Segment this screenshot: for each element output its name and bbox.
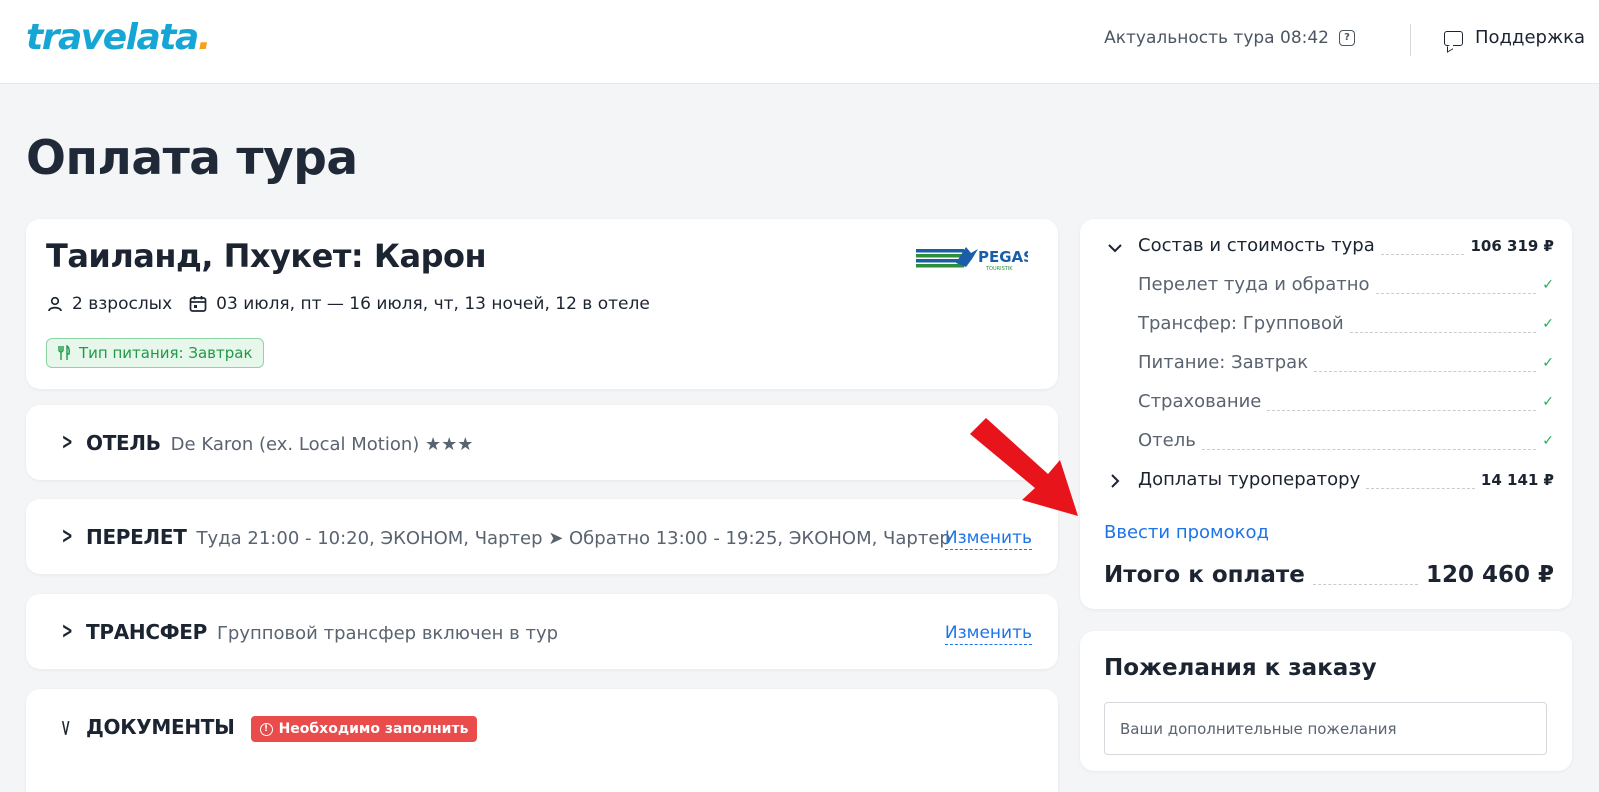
total-row: Итого к оплате 120 460 ₽ xyxy=(1104,560,1554,590)
question-icon[interactable]: ? xyxy=(1339,30,1355,46)
check-icon: ✓ xyxy=(1542,433,1554,449)
pegas-logo-subtext: TOURISTIK xyxy=(985,266,1013,272)
tour-info: 2 взрослых 03 июля, пт — 16 июля, чт, 13… xyxy=(46,293,650,315)
flight-description: Туда 21:00 - 10:20, ЭКОНОМ, Чартер ➤ Обр… xyxy=(196,528,951,549)
flight-section[interactable]: > ПЕРЕЛЕТ Туда 21:00 - 10:20, ЭКОНОМ, Чар… xyxy=(26,499,1058,574)
summary-item: Отель ✓ xyxy=(1138,430,1554,451)
operator-extra-row[interactable]: Доплаты туроператору 14 141 ₽ xyxy=(1138,466,1554,492)
chevron-right-icon: > xyxy=(61,619,73,644)
check-icon: ✓ xyxy=(1542,316,1554,332)
dotted-leader xyxy=(1380,254,1465,255)
operator-extra-label: Доплаты туроператору xyxy=(1138,469,1361,490)
documents-section[interactable]: > ДОКУМЕНТЫ! Необходимо заполнить xyxy=(26,689,1058,792)
warning-icon: ! xyxy=(259,722,273,736)
transfer-section[interactable]: > ТРАНСФЕР Групповой трансфер включен в т… xyxy=(26,594,1058,669)
operator-extra-value: 14 141 ₽ xyxy=(1480,471,1554,489)
support-label: Поддержка xyxy=(1475,27,1586,48)
chat-icon xyxy=(1444,30,1463,46)
composition-row[interactable]: Состав и стоимость тура 106 319 ₽ xyxy=(1138,232,1554,258)
total-label: Итого к оплате xyxy=(1104,562,1305,588)
hotel-description: De Karon (ex. Local Motion) ★★★ xyxy=(170,434,474,455)
flight-section-title: ПЕРЕЛЕТ Туда 21:00 - 10:20, ЭКОНОМ, Чарте… xyxy=(86,525,951,549)
chevron-right-icon[interactable] xyxy=(1106,472,1124,490)
calendar-icon xyxy=(189,296,207,312)
person-icon xyxy=(48,296,62,312)
summary-item: Трансфер: Групповой ✓ xyxy=(1138,313,1554,334)
price-summary-card: Состав и стоимость тура 106 319 ₽ Переле… xyxy=(1080,219,1572,609)
pegas-logo-text: PEGAS xyxy=(978,248,1028,266)
transfer-description: Групповой трансфер включен в тур xyxy=(216,623,559,644)
tour-actuality: Актуальность тура 08:42 ? xyxy=(1104,26,1355,50)
dotted-leader xyxy=(1312,584,1418,585)
transfer-change-link[interactable]: Изменить xyxy=(944,622,1032,645)
composition-value: 106 319 ₽ xyxy=(1470,237,1554,255)
top-header: travelata. Актуальность тура 08:42 ? Под… xyxy=(0,0,1599,84)
order-wishes-card: Пожелания к заказу xyxy=(1080,631,1572,771)
total-value: 120 460 ₽ xyxy=(1425,562,1554,588)
summary-item: Страхование ✓ xyxy=(1138,391,1554,412)
tour-title: Таиланд, Пхукет: Карон xyxy=(46,237,487,275)
chevron-right-icon: > xyxy=(61,524,73,549)
support-button[interactable]: Поддержка xyxy=(1444,26,1585,50)
check-icon: ✓ xyxy=(1542,277,1554,293)
check-icon: ✓ xyxy=(1542,394,1554,410)
guests-count: 2 взрослых xyxy=(72,294,173,314)
documents-section-title: ДОКУМЕНТЫ! Необходимо заполнить xyxy=(86,713,478,742)
chevron-down-icon[interactable] xyxy=(1106,239,1124,257)
tour-card: Таиланд, Пхукет: Карон PEGAS TOURISTIK 2… xyxy=(26,219,1058,389)
hotel-section[interactable]: > ОТЕЛЬ De Karon (ex. Local Motion) ★★★ xyxy=(26,405,1058,480)
flight-change-link[interactable]: Изменить xyxy=(944,527,1032,550)
fork-knife-icon xyxy=(58,345,70,360)
promo-code-link[interactable]: Ввести промокод xyxy=(1104,521,1269,545)
chevron-down-icon: > xyxy=(58,718,74,738)
travelata-logo[interactable]: travelata. xyxy=(26,18,211,58)
transfer-section-title: ТРАНСФЕР Групповой трансфер включен в тур xyxy=(86,620,559,644)
tour-actuality-label: Актуальность тура 08:42 xyxy=(1104,28,1329,48)
meal-label: Тип питания: Завтрак xyxy=(79,344,253,362)
meal-badge: Тип питания: Завтрак xyxy=(46,338,264,368)
dotted-leader xyxy=(1366,488,1475,489)
wishes-input[interactable] xyxy=(1104,702,1547,755)
required-badge: ! Необходимо заполнить xyxy=(250,716,478,742)
composition-label: Состав и стоимость тура xyxy=(1138,235,1375,256)
hotel-section-title: ОТЕЛЬ De Karon (ex. Local Motion) ★★★ xyxy=(86,431,474,455)
tour-dates: 03 июля, пт — 16 июля, чт, 13 ночей, 12 … xyxy=(216,294,650,314)
pegas-logo: PEGAS TOURISTIK xyxy=(916,247,1028,272)
wishes-title: Пожелания к заказу xyxy=(1104,655,1377,681)
check-icon: ✓ xyxy=(1542,355,1554,371)
page-title: Оплата тура xyxy=(26,131,358,186)
chevron-right-icon: > xyxy=(61,430,73,455)
summary-item: Перелет туда и обратно ✓ xyxy=(1138,274,1554,295)
summary-item: Питание: Завтрак ✓ xyxy=(1138,352,1554,373)
header-divider xyxy=(1410,24,1411,56)
